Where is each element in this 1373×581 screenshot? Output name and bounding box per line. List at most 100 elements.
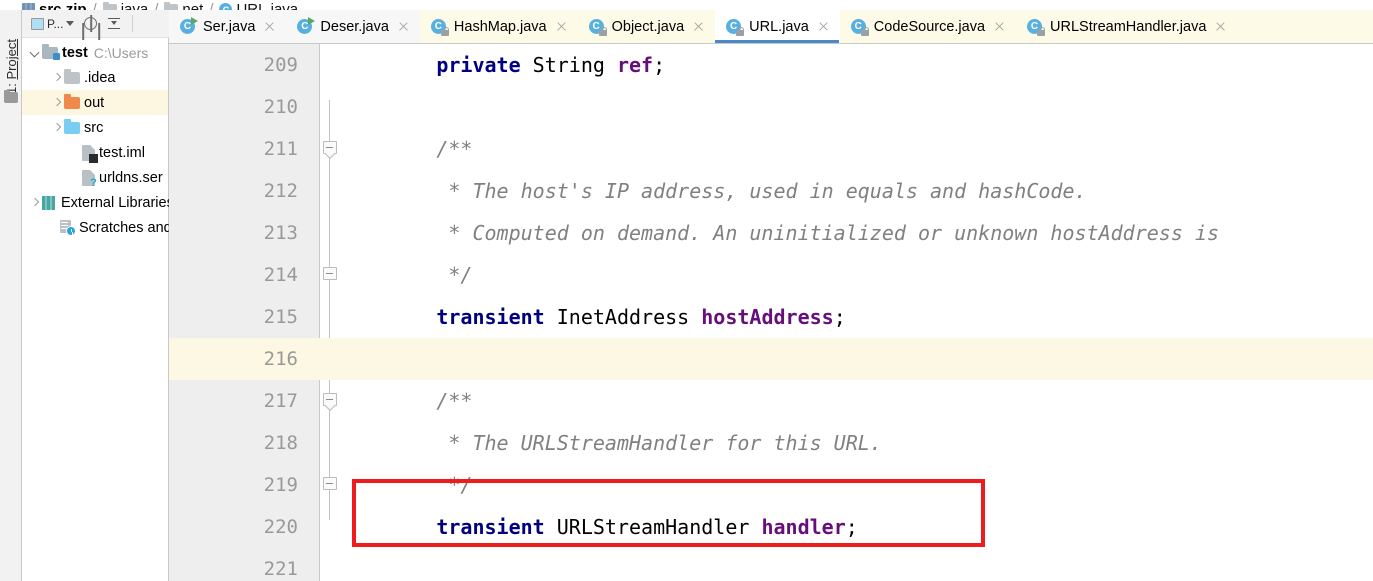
breadcrumb-separator: /	[92, 1, 97, 10]
java-readonly-class-icon	[1027, 18, 1046, 36]
breadcrumb-item-src-zip[interactable]: src.zip	[22, 1, 87, 10]
tree-node-src[interactable]: src	[22, 115, 168, 140]
chevron-right-icon[interactable]	[50, 96, 64, 110]
toolbar-divider	[132, 15, 134, 32]
breadcrumb-item-java[interactable]: java	[102, 1, 148, 10]
line-number: 216	[169, 338, 320, 380]
chevron-down-icon[interactable]	[28, 46, 42, 60]
line-number: 213	[263, 222, 298, 244]
code-line[interactable]: 210	[169, 86, 1373, 128]
line-number: 217	[263, 390, 298, 412]
code-line[interactable]: 215 transient InetAddress hostAddress;	[169, 296, 1373, 338]
code-text: */	[436, 473, 473, 497]
editor-tab-deser-java[interactable]: Deser.java	[286, 10, 420, 43]
code-area[interactable]: 209 private String ref; 210 211 /** 212 * …	[169, 44, 1373, 581]
code-line[interactable]: 212 * The host's IP address, used in equ…	[169, 170, 1373, 212]
close-icon[interactable]	[1214, 20, 1227, 33]
tree-node-test-iml[interactable]: test.iml	[22, 140, 168, 165]
editor-tab-url-java[interactable]: URL.java	[715, 10, 840, 43]
editor-tab-label: Object.java	[611, 18, 685, 35]
scroll-from-source-icon[interactable]	[83, 16, 98, 31]
code-text: private String ref;	[436, 53, 666, 77]
fold-end-icon[interactable]	[320, 266, 340, 284]
code-line[interactable]: 221	[169, 548, 1373, 581]
chevron-right-icon[interactable]	[50, 71, 64, 85]
code-line[interactable]: 213 * Computed on demand. An uninitializ…	[169, 212, 1373, 254]
line-number: 219	[263, 474, 298, 496]
editor-tab-codesource-java[interactable]: CodeSource.java	[839, 10, 1017, 43]
line-number: 214	[263, 264, 298, 286]
fold-start-icon[interactable]	[320, 140, 340, 158]
editor-tab-urlstreamhandler-java[interactable]: URLStreamHandler.java	[1016, 10, 1238, 43]
project-view-icon	[31, 17, 44, 30]
breadcrumb-label: URL.java	[236, 1, 299, 10]
unknown-file-icon: ?	[82, 169, 97, 189]
breadcrumb-label: net	[182, 1, 204, 10]
editor-tab-object-java[interactable]: Object.java	[577, 10, 716, 43]
chevron-right-icon[interactable]	[28, 196, 42, 210]
project-view-label: P...	[47, 16, 64, 31]
line-number: 215	[263, 306, 298, 328]
code-text: * Computed on demand. An uninitialized o…	[436, 221, 1219, 245]
tree-node-label: test	[62, 44, 88, 61]
editor-tab-label: CodeSource.java	[873, 18, 986, 35]
close-icon[interactable]	[263, 20, 276, 33]
editor-tab-hashmap-java[interactable]: HashMap.java	[419, 10, 578, 43]
code-text: transient InetAddress hostAddress;	[436, 305, 846, 329]
project-panel: P... test C:\Users .idea out src test.iml? url…	[22, 10, 236, 581]
chevron-right-icon[interactable]	[50, 121, 64, 135]
iml-file-icon	[82, 144, 98, 163]
code-line[interactable]: 219 */	[169, 464, 1373, 506]
tree-node-external-libraries[interactable]: External Libraries	[22, 190, 174, 215]
tree-node-urldns-ser[interactable]: ? urldns.ser	[22, 165, 168, 190]
fold-end-icon[interactable]	[320, 476, 340, 494]
folder-blue-icon	[64, 121, 80, 134]
close-icon[interactable]	[993, 20, 1006, 33]
project-view-selector[interactable]: P...	[31, 16, 75, 31]
tree-node-label: External Libraries	[61, 194, 174, 211]
code-line[interactable]: 209 private String ref;	[169, 44, 1373, 86]
ide-window: src.zip / java / net / URL.java 1: Project P..…	[0, 0, 1373, 581]
code-text: /**	[436, 389, 473, 413]
breadcrumb-item-net[interactable]: net	[164, 1, 203, 10]
code-line[interactable]: 214 */	[169, 254, 1373, 296]
editor-tab-label: URL.java	[749, 18, 809, 35]
tree-node--idea[interactable]: .idea	[22, 65, 168, 90]
tree-node-scratches-and-consoles[interactable]: Scratches and Consoles	[22, 215, 236, 240]
tree-node-out[interactable]: out	[22, 90, 168, 115]
fold-start-icon[interactable]	[320, 392, 340, 410]
tree-node-label: urldns.ser	[99, 169, 163, 186]
tool-window-label: Project	[3, 38, 19, 79]
close-icon[interactable]	[555, 20, 568, 33]
line-number: 221	[263, 558, 298, 580]
line-number: 218	[263, 432, 298, 454]
scratches-icon	[60, 220, 76, 236]
code-line[interactable]: 211 /**	[169, 128, 1373, 170]
code-line[interactable]: 220 transient URLStreamHandler handler;	[169, 506, 1373, 548]
project-tree: test C:\Users .idea out src test.iml? urldns.s…	[22, 38, 236, 240]
code-line[interactable]: 217 /**	[169, 380, 1373, 422]
editor-tab-label: HashMap.java	[453, 18, 547, 35]
breadcrumb-label: src.zip	[39, 1, 87, 10]
code-line[interactable]: 216	[169, 338, 1373, 380]
breadcrumb-item-url-java[interactable]: URL.java	[219, 1, 298, 10]
folder-orange-icon	[64, 96, 80, 109]
close-icon[interactable]	[817, 20, 830, 33]
code-line[interactable]: 218 * The URLStreamHandler for this URL.	[169, 422, 1373, 464]
close-icon[interactable]	[692, 20, 705, 33]
editor-tab-ser-java[interactable]: Ser.java	[169, 10, 287, 43]
breadcrumb-separator: /	[154, 1, 159, 10]
close-icon[interactable]	[397, 20, 410, 33]
collapse-all-icon[interactable]	[107, 17, 121, 31]
code-text: /**	[436, 137, 473, 161]
code-lines: 209 private String ref; 210 211 /** 212 * …	[169, 44, 1373, 581]
editor-tab-bar: Ser.java Deser.java HashMap.java Object.jav…	[169, 10, 1373, 44]
chevron-down-icon	[66, 21, 75, 26]
line-number: 211	[263, 138, 298, 160]
java-readonly-class-icon	[850, 18, 869, 36]
breadcrumb-separator: /	[209, 1, 214, 10]
tree-node-test[interactable]: test C:\Users	[22, 40, 168, 65]
